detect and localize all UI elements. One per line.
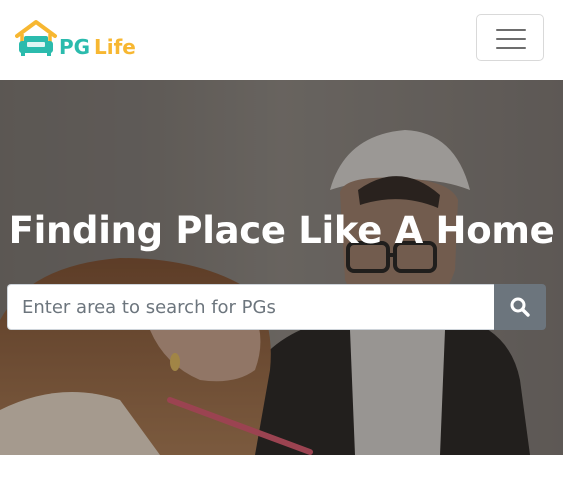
search-input[interactable] [7, 284, 494, 330]
navbar-toggler-button[interactable] [476, 14, 544, 61]
page-content-start [0, 455, 563, 478]
search-form [7, 284, 546, 330]
navbar: PG Life [0, 0, 563, 80]
pglife-logo[interactable]: PG Life [15, 19, 135, 61]
search-button[interactable] [494, 284, 546, 330]
hero-title: Finding Place Like A Home [8, 209, 555, 252]
pglife-logo-icon: PG Life [15, 20, 135, 59]
search-icon [510, 297, 530, 317]
logo-text-life: Life [94, 35, 135, 59]
logo-text-pg: PG [59, 35, 90, 59]
hero-banner: Finding Place Like A Home [0, 80, 563, 455]
